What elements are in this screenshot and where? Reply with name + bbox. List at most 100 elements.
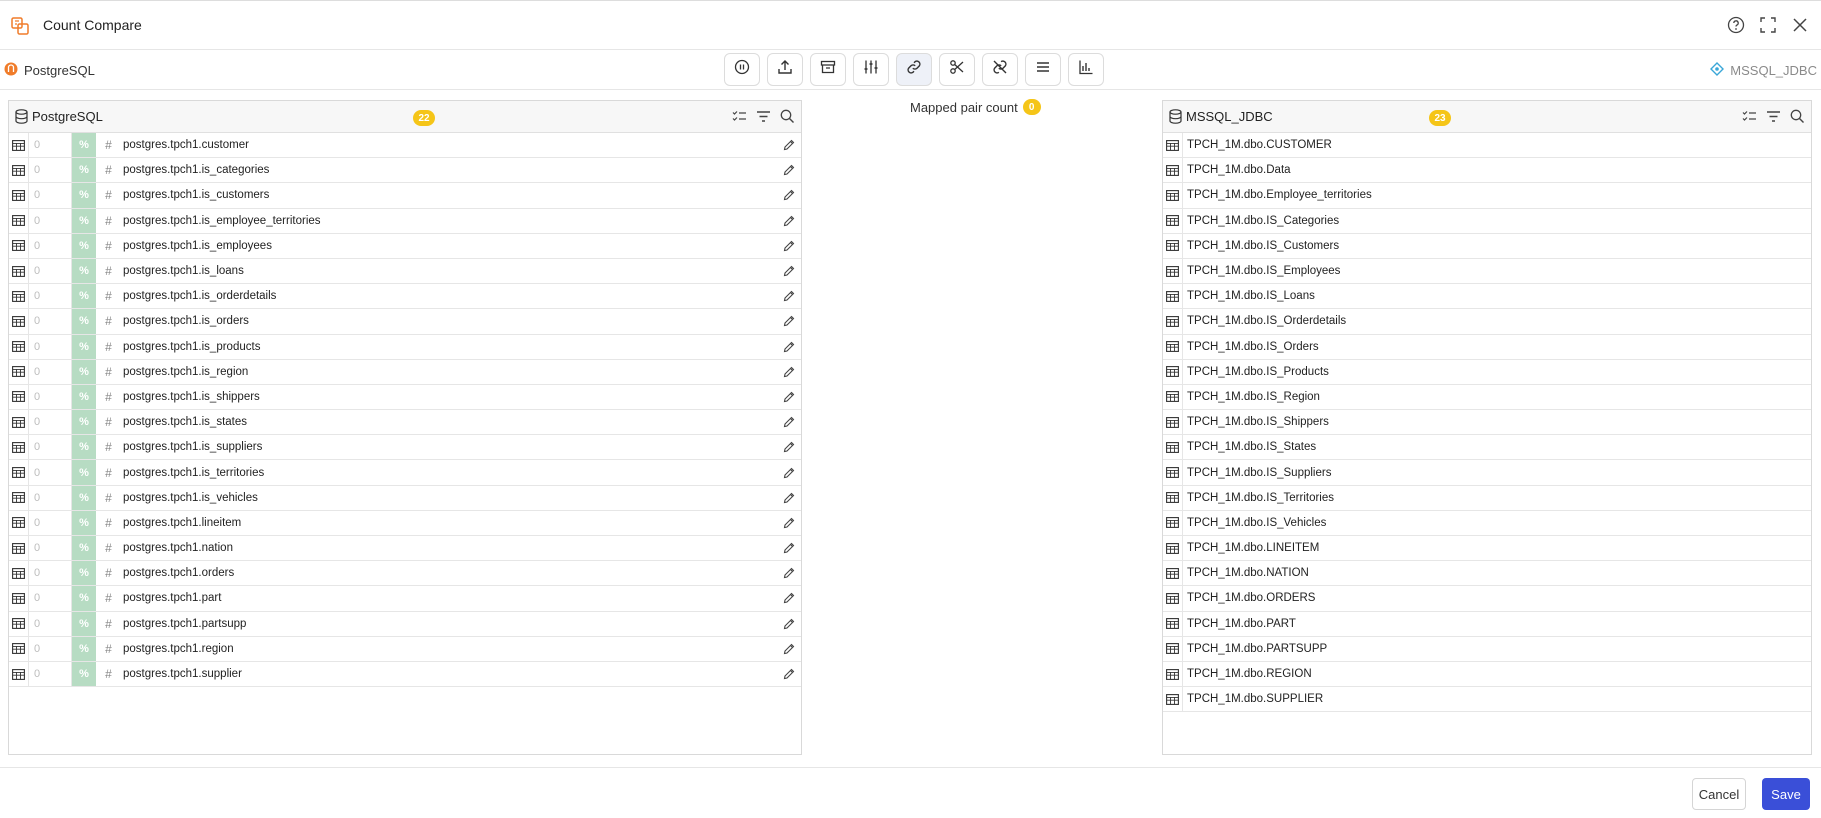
number-toggle[interactable]: # [96, 183, 121, 207]
number-toggle[interactable]: # [96, 234, 121, 258]
edit-icon[interactable] [777, 492, 801, 504]
number-toggle[interactable]: # [96, 259, 121, 283]
target-table-row[interactable]: TPCH_1M.dbo.IS_Orderdetails [1163, 309, 1811, 335]
maximize-icon[interactable] [1757, 14, 1779, 36]
source-table-row[interactable]: 0% # postgres.tpch1.is_categories [9, 158, 801, 184]
target-table-row[interactable]: TPCH_1M.dbo.REGION [1163, 661, 1811, 688]
number-toggle[interactable]: # [96, 158, 121, 182]
row-count-input[interactable]: 0 [29, 233, 72, 258]
percent-toggle[interactable]: % [72, 586, 96, 611]
percent-toggle[interactable]: % [72, 208, 96, 233]
number-toggle[interactable]: # [96, 586, 121, 610]
number-toggle[interactable]: # [96, 561, 121, 585]
source-table-row[interactable]: 0% # postgres.tpch1.is_products [9, 334, 801, 360]
settings-sliders-button[interactable] [853, 53, 889, 86]
number-toggle[interactable]: # [96, 133, 121, 157]
target-table-row[interactable]: TPCH_1M.dbo.PARTSUPP [1163, 636, 1811, 662]
source-table-row[interactable]: 0% # postgres.tpch1.is_region [9, 359, 801, 385]
number-toggle[interactable]: # [96, 637, 121, 661]
percent-toggle[interactable]: % [72, 611, 96, 636]
edit-icon[interactable] [777, 618, 801, 630]
target-table-row[interactable]: TPCH_1M.dbo.IS_Employees [1163, 258, 1811, 285]
percent-toggle[interactable]: % [72, 410, 96, 435]
row-count-input[interactable]: 0 [29, 586, 72, 611]
target-table-row[interactable]: TPCH_1M.dbo.IS_Shippers [1163, 410, 1811, 436]
source-table-row[interactable]: 0% # postgres.tpch1.is_orderdetails [9, 284, 801, 310]
row-count-input[interactable]: 0 [29, 309, 72, 334]
row-count-input[interactable]: 0 [29, 460, 72, 485]
edit-icon[interactable] [777, 668, 801, 680]
source-table-row[interactable]: 0% # postgres.tpch1.is_employees [9, 233, 801, 259]
search-icon[interactable] [779, 108, 795, 124]
target-table-row[interactable]: TPCH_1M.dbo.IS_Customers [1163, 233, 1811, 259]
source-table-row[interactable]: 0% # postgres.tpch1.is_suppliers [9, 435, 801, 461]
select-all-icon[interactable] [1741, 108, 1757, 124]
target-table-row[interactable]: TPCH_1M.dbo.IS_Categories [1163, 208, 1811, 234]
number-toggle[interactable]: # [96, 486, 121, 510]
target-table-row[interactable]: TPCH_1M.dbo.LINEITEM [1163, 536, 1811, 562]
edit-icon[interactable] [777, 592, 801, 604]
percent-toggle[interactable]: % [72, 258, 96, 284]
edit-icon[interactable] [777, 366, 801, 378]
row-count-input[interactable]: 0 [29, 485, 72, 510]
edit-icon[interactable] [777, 265, 801, 277]
source-table-row[interactable]: 0% # postgres.tpch1.part [9, 586, 801, 612]
row-count-input[interactable]: 0 [29, 611, 72, 636]
percent-toggle[interactable]: % [72, 309, 96, 334]
number-toggle[interactable]: # [96, 435, 121, 459]
number-toggle[interactable]: # [96, 612, 121, 636]
select-all-icon[interactable] [731, 108, 747, 124]
edit-icon[interactable] [777, 391, 801, 403]
edit-icon[interactable] [777, 341, 801, 353]
target-table-row[interactable]: TPCH_1M.dbo.NATION [1163, 561, 1811, 587]
row-count-input[interactable]: 0 [29, 510, 72, 535]
percent-toggle[interactable]: % [72, 485, 96, 510]
row-count-input[interactable]: 0 [29, 410, 72, 435]
target-table-row[interactable]: TPCH_1M.dbo.IS_Territories [1163, 485, 1811, 511]
source-table-row[interactable]: 0% # postgres.tpch1.partsupp [9, 611, 801, 637]
row-count-input[interactable]: 0 [29, 636, 72, 661]
target-table-row[interactable]: TPCH_1M.dbo.IS_Region [1163, 384, 1811, 411]
target-table-row[interactable]: TPCH_1M.dbo.PART [1163, 611, 1811, 637]
source-table-row[interactable]: 0% # postgres.tpch1.is_states [9, 410, 801, 436]
source-table-row[interactable]: 0% # postgres.tpch1.is_orders [9, 309, 801, 335]
cut-button[interactable] [939, 53, 975, 86]
row-count-input[interactable]: 0 [29, 133, 72, 158]
number-toggle[interactable]: # [96, 385, 121, 409]
target-table-row[interactable]: TPCH_1M.dbo.Employee_territories [1163, 183, 1811, 209]
row-count-input[interactable]: 0 [29, 384, 72, 410]
percent-toggle[interactable]: % [72, 510, 96, 535]
target-table-row[interactable]: TPCH_1M.dbo.Data [1163, 158, 1811, 184]
number-toggle[interactable]: # [96, 536, 121, 560]
source-table-row[interactable]: 0% # postgres.tpch1.is_territories [9, 460, 801, 486]
edit-icon[interactable] [777, 643, 801, 655]
search-icon[interactable] [1789, 108, 1805, 124]
source-table-row[interactable]: 0% # postgres.tpch1.region [9, 636, 801, 662]
percent-toggle[interactable]: % [72, 183, 96, 208]
source-table-row[interactable]: 0% # postgres.tpch1.is_customers [9, 183, 801, 209]
percent-toggle[interactable]: % [72, 636, 96, 661]
percent-toggle[interactable]: % [72, 435, 96, 460]
percent-toggle[interactable]: % [72, 284, 96, 309]
upload-button[interactable] [767, 53, 803, 86]
row-count-input[interactable]: 0 [29, 661, 72, 687]
source-table-row[interactable]: 0% # postgres.tpch1.is_employee_territorie… [9, 208, 801, 234]
row-count-input[interactable]: 0 [29, 158, 72, 183]
link-button[interactable] [896, 53, 932, 86]
edit-icon[interactable] [777, 416, 801, 428]
percent-toggle[interactable]: % [72, 233, 96, 258]
number-toggle[interactable]: # [96, 309, 121, 333]
target-table-row[interactable]: TPCH_1M.dbo.IS_Suppliers [1163, 460, 1811, 486]
percent-toggle[interactable]: % [72, 158, 96, 183]
percent-toggle[interactable]: % [72, 561, 96, 586]
edit-icon[interactable] [777, 139, 801, 151]
edit-icon[interactable] [777, 240, 801, 252]
edit-icon[interactable] [777, 315, 801, 327]
source-table-row[interactable]: 0% # postgres.tpch1.lineitem [9, 510, 801, 536]
target-table-row[interactable]: TPCH_1M.dbo.CUSTOMER [1163, 133, 1811, 159]
edit-icon[interactable] [777, 164, 801, 176]
number-toggle[interactable]: # [96, 209, 121, 233]
unlink-button[interactable] [982, 53, 1018, 86]
edit-icon[interactable] [777, 441, 801, 453]
row-count-input[interactable]: 0 [29, 258, 72, 284]
